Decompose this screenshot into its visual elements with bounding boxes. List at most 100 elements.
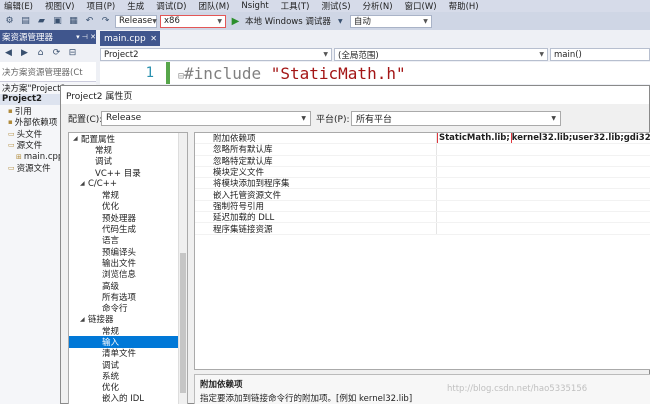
property-row[interactable]: 程序集链接资源 [195, 223, 650, 235]
property-value[interactable] [437, 201, 650, 211]
property-tree-item[interactable]: 嵌入的 IDL [69, 393, 187, 404]
property-tree-label: 浏览信息 [102, 270, 137, 281]
save-all-icon[interactable]: ▦ [67, 15, 80, 28]
expand-icon[interactable]: ◢ [73, 135, 81, 142]
menu-item[interactable]: 调试(D) [156, 0, 186, 12]
menu-item[interactable]: Nsight [241, 1, 268, 11]
platform-select[interactable]: x86 ▼ [160, 14, 226, 28]
nav-scope-select[interactable]: (全局范围) ▼ [334, 48, 548, 61]
property-tree-item[interactable]: 输出文件 [69, 257, 187, 269]
property-value[interactable] [437, 189, 650, 199]
chevron-down-icon: ▼ [152, 17, 157, 25]
menu-item[interactable]: 测试(S) [322, 0, 351, 12]
menu-item[interactable]: 帮助(H) [449, 0, 479, 12]
chevron-down-icon[interactable]: ▼ [334, 15, 347, 28]
menu-item[interactable]: 团队(M) [198, 0, 229, 12]
menu-item[interactable]: 工具(T) [281, 0, 310, 12]
property-tree-item[interactable]: 清单文件 [69, 348, 187, 359]
property-value[interactable] [437, 167, 650, 177]
tree-scrollbar[interactable] [178, 133, 187, 404]
sync-icon[interactable]: ⟳ [50, 47, 63, 60]
dialog-platform-select[interactable]: 所有平台 ▼ [351, 110, 561, 126]
menu-item[interactable]: 编辑(E) [4, 0, 33, 12]
tab-main-cpp[interactable]: main.cpp ✕ [100, 31, 160, 46]
property-tree-label: VC++ 目录 [95, 168, 141, 179]
property-tree-item[interactable]: 优化 [69, 382, 187, 393]
expand-icon[interactable]: ◢ [80, 316, 88, 323]
property-name: 忽略所有默认库 [195, 144, 437, 155]
property-tree-item[interactable]: 调试 [69, 156, 187, 167]
property-tree-item[interactable]: 所有选项 [69, 291, 187, 303]
property-tree-item[interactable]: ◢ 配置属性 [69, 133, 187, 145]
property-tree-item[interactable]: 调试 [69, 359, 187, 371]
property-tree-item[interactable]: ◢ 链接器 [69, 314, 187, 325]
property-tree-item[interactable]: 语言 [69, 235, 187, 246]
back-icon[interactable]: ◀ [2, 47, 15, 60]
property-name: 延迟加载的 DLL [195, 212, 437, 223]
dialog-config-select[interactable]: Release ▼ [101, 110, 311, 126]
property-tree-item[interactable]: 常规 [69, 189, 187, 201]
solution-search-input[interactable]: 决方案资源管理器(Ct [0, 62, 96, 82]
property-tree-label: 所有选项 [102, 292, 137, 303]
pin-icon[interactable]: ▾ ⊣ ✕ [76, 33, 96, 41]
property-tree-item[interactable]: 常规 [69, 144, 187, 156]
property-tree-item[interactable]: 预编译头 [69, 246, 187, 258]
property-tree-item[interactable]: 常规 [69, 325, 187, 337]
toolbar: ⚙ ▤ ▰ ▣ ▦ ↶ ↷ Release ▼ x86 ▼ ▶ 本地 Windows… [0, 12, 650, 30]
property-tree-item[interactable]: 系统 [69, 370, 187, 382]
gear-icon[interactable]: ⚙ [3, 15, 16, 28]
solution-explorer-toolbar: ◀ ▶ ⌂ ⟳ ⊟ [0, 44, 96, 62]
nav-function-select[interactable]: main() [550, 48, 650, 61]
menu-item[interactable]: 窗口(W) [405, 0, 437, 12]
property-value[interactable] [437, 223, 650, 233]
code-text[interactable]: ⊟#include "StaticMath.h" [178, 64, 406, 83]
folder-icon: ▭ [8, 141, 15, 150]
property-tree-label: 命令行 [102, 304, 128, 315]
redo-icon[interactable]: ↷ [99, 15, 112, 28]
menu-item[interactable]: 生成 [127, 0, 144, 12]
config-select[interactable]: Release ▼ [115, 14, 157, 28]
property-tree-item[interactable]: 预处理器 [69, 212, 187, 224]
code-directive: #include [184, 63, 271, 83]
property-name: 附加依赖项 [195, 133, 437, 144]
property-tree-item[interactable]: 命令行 [69, 302, 187, 315]
property-value[interactable] [437, 178, 650, 188]
property-value[interactable] [437, 156, 650, 166]
property-tree-label: 语言 [102, 236, 120, 247]
property-tree-item[interactable]: VC++ 目录 [69, 167, 187, 179]
property-tree-item[interactable]: ◢ C/C++ [69, 178, 187, 189]
home-icon[interactable]: ⌂ [34, 47, 47, 60]
save-icon[interactable]: ▣ [51, 15, 64, 28]
code-line[interactable]: 1 ⊟#include "StaticMath.h" [100, 62, 650, 84]
run-debugger-button[interactable]: 本地 Windows 调试器 [245, 15, 331, 27]
expand-icon[interactable]: ◢ [80, 180, 88, 187]
solution-tree-label: 引用 [14, 106, 32, 117]
new-file-icon[interactable]: ▤ [19, 15, 32, 28]
close-icon[interactable]: ✕ [150, 34, 157, 43]
scrollbar-thumb[interactable] [180, 253, 186, 393]
property-tree-item[interactable]: 代码生成 [69, 223, 187, 235]
collapse-icon[interactable]: ⊟ [66, 47, 79, 60]
property-tree-item[interactable]: 优化 [69, 201, 187, 212]
menu-item[interactable]: 分析(N) [363, 0, 393, 12]
open-folder-icon[interactable]: ▰ [35, 15, 48, 28]
property-tree-item[interactable]: 浏览信息 [69, 269, 187, 280]
play-icon[interactable]: ▶ [229, 15, 242, 28]
platform-label: 平台(P): [316, 114, 350, 125]
property-tree-item[interactable]: 高级 [69, 280, 187, 292]
mode-select[interactable]: 自动 ▼ [349, 14, 432, 28]
property-value[interactable]: StaticMath.lib; kernel32.lib;user32.lib;g… [437, 133, 650, 144]
property-tree-item[interactable]: 输入 [69, 336, 187, 348]
property-tree-label: 常规 [95, 145, 113, 156]
chevron-down-icon: ▼ [551, 114, 556, 122]
forward-icon[interactable]: ▶ [18, 47, 31, 60]
solution-tree-label: 头文件 [16, 129, 43, 140]
folder-icon: ▭ [8, 164, 15, 173]
menu-item[interactable]: 视图(V) [45, 0, 74, 12]
undo-icon[interactable]: ↶ [83, 15, 96, 28]
property-value[interactable] [437, 144, 650, 154]
menu-item[interactable]: 项目(P) [86, 0, 115, 12]
nav-project-select[interactable]: Project2 ▼ [100, 48, 332, 61]
property-value[interactable] [437, 212, 650, 222]
chevron-down-icon: ▼ [301, 114, 306, 122]
